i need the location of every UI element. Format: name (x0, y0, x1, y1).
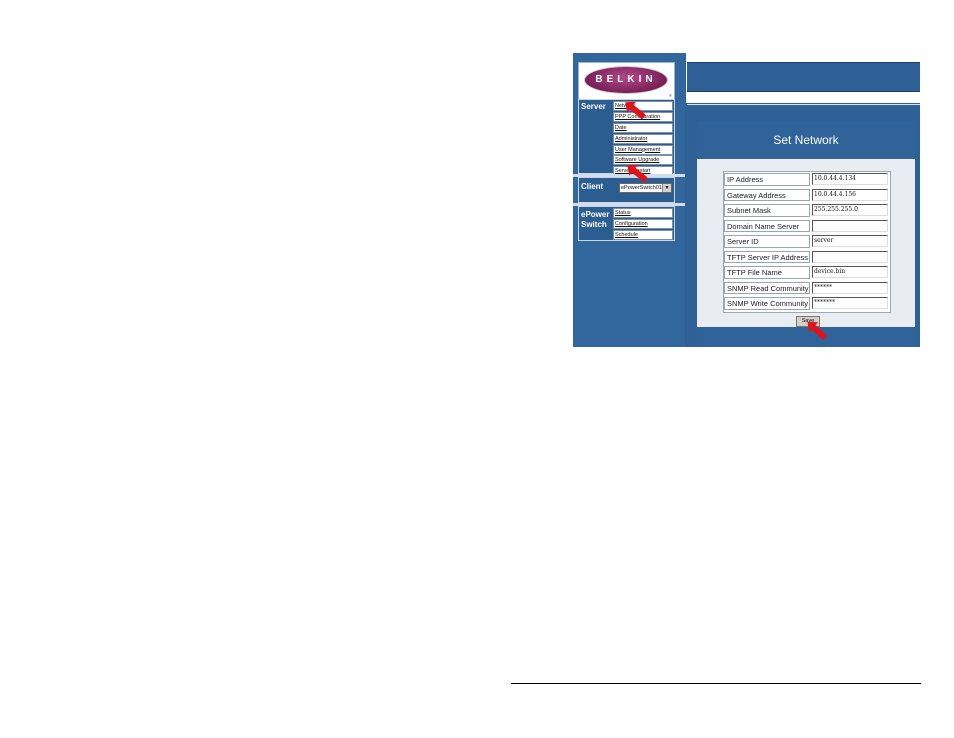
domain-name-server-input[interactable] (812, 219, 888, 232)
form-row-tftp-file-name: TFTP File Name device.bin (724, 265, 890, 281)
epower-links: Status Configuration Schedule (613, 208, 673, 241)
network-form: IP Address 10.0.44.4.134 Gateway Address… (723, 171, 891, 313)
epower-group-label-2: Switch (581, 220, 607, 229)
client-select-value: ePowerSwitch01 (621, 185, 662, 191)
banner-divider (687, 104, 920, 105)
tftp-server-ip-input[interactable] (812, 250, 888, 263)
domain-name-server-label: Domain Name Server (724, 219, 810, 232)
main-area: Set Network IP Address 10.0.44.4.134 Gat… (686, 53, 920, 347)
form-row-server-id: Server ID server (724, 234, 890, 250)
server-id-label: Server ID (724, 235, 810, 248)
set-network-panel: Set Network IP Address 10.0.44.4.134 Gat… (697, 121, 915, 347)
chevron-down-icon[interactable]: ▼ (662, 184, 671, 192)
server-id-input[interactable]: server (812, 235, 888, 247)
tftp-file-name-input[interactable]: device.bin (812, 266, 888, 278)
client-select[interactable]: ePowerSwitch01 ▼ (619, 183, 672, 193)
snmp-read-community-label: SNMP Read Community (724, 281, 810, 294)
form-row-snmp-write-community: SNMP Write Community ******* (724, 296, 890, 312)
trademark-mark: ® (669, 93, 672, 98)
belkin-logo: BELKIN (585, 67, 667, 93)
snmp-write-community-input[interactable]: ******* (812, 297, 888, 309)
server-link-administrator[interactable]: Administrator (613, 133, 673, 144)
epower-link-schedule[interactable]: Schedule (613, 229, 673, 240)
top-banner (686, 53, 920, 103)
gateway-address-label: Gateway Address (724, 188, 810, 201)
form-row-ip-address: IP Address 10.0.44.4.134 (724, 172, 890, 188)
epower-menu-group: ePower Switch Status Configuration Sched… (578, 206, 675, 241)
server-link-software-upgrade[interactable]: Software Upgrade (613, 155, 673, 166)
page-bottom-rule (511, 683, 921, 684)
panel-title: Set Network (697, 121, 915, 159)
app-screenshot: BELKIN ® Server Network PPP Configuratio… (573, 53, 920, 347)
logo-text: BELKIN (595, 74, 657, 85)
form-row-subnet-mask: Subnet Mask 255.255.255.0 (724, 203, 890, 219)
server-link-date[interactable]: Date (613, 122, 673, 133)
form-row-gateway-address: Gateway Address 10.0.44.4.156 (724, 188, 890, 203)
form-row-domain-name-server: Domain Name Server (724, 219, 890, 234)
client-menu-group: Client ePowerSwitch01 ▼ (578, 177, 675, 203)
server-link-user-management[interactable]: User Management (613, 144, 673, 155)
client-group-label: Client (581, 182, 604, 191)
ip-address-input[interactable]: 10.0.44.4.134 (812, 173, 888, 185)
epower-link-status[interactable]: Status (613, 208, 673, 218)
epower-link-configuration[interactable]: Configuration (613, 218, 673, 229)
subnet-mask-label: Subnet Mask (724, 204, 810, 217)
ip-address-label: IP Address (724, 173, 810, 186)
snmp-read-community-input[interactable]: ****** (812, 281, 888, 294)
snmp-write-community-label: SNMP Write Community (724, 297, 810, 310)
subnet-mask-input[interactable]: 255.255.255.0 (812, 204, 888, 216)
banner-bar (687, 62, 920, 92)
tftp-server-ip-label: TFTP Server IP Address (724, 250, 810, 263)
tftp-file-name-label: TFTP File Name (724, 266, 810, 279)
epower-group-label-1: ePower (581, 210, 610, 219)
form-row-tftp-server-ip: TFTP Server IP Address (724, 250, 890, 265)
logo-box: BELKIN ® (578, 62, 675, 100)
gateway-address-input[interactable]: 10.0.44.4.156 (812, 188, 888, 201)
server-group-label: Server (581, 102, 606, 111)
form-row-snmp-read-community: SNMP Read Community ****** (724, 281, 890, 296)
